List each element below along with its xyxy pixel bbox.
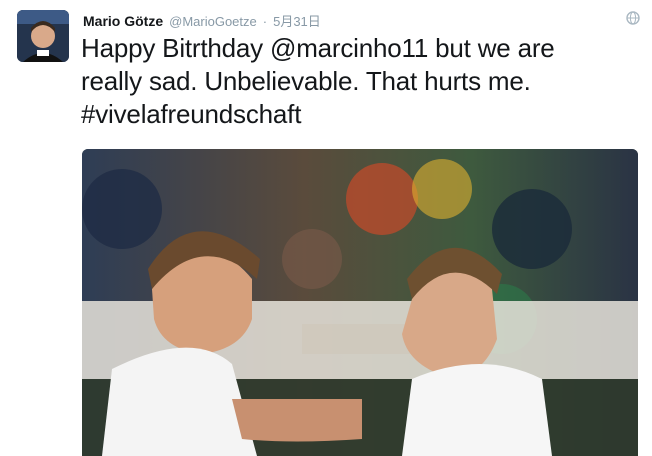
tweet-text-line1: Happy Bitrthday @marcinho11 but we are — [81, 32, 641, 65]
tweet-photo[interactable] — [82, 149, 638, 456]
separator: · — [262, 14, 268, 29]
mention-link[interactable]: @marcinho11 — [270, 33, 428, 63]
author-name[interactable]: Mario Götze — [83, 13, 163, 29]
tweet-text: Happy Bitrthday @marcinho11 but we are r… — [81, 32, 641, 131]
globe-icon — [626, 11, 640, 25]
tweet-text-line2: really sad. Unbelievable. That hurts me. — [81, 66, 531, 96]
tweet-date[interactable]: 5月31日 — [273, 11, 321, 30]
tweet-text-part2: but we are — [428, 33, 555, 63]
tweet-header: Mario Götze @MarioGoetze · 5月31日 — [83, 11, 321, 30]
hashtag-link[interactable]: #vivelafreundschaft — [81, 98, 641, 131]
author-handle[interactable]: @MarioGoetze — [169, 14, 257, 29]
avatar[interactable] — [17, 10, 69, 62]
tweet-text-part1: Happy Bitrthday — [81, 33, 271, 63]
